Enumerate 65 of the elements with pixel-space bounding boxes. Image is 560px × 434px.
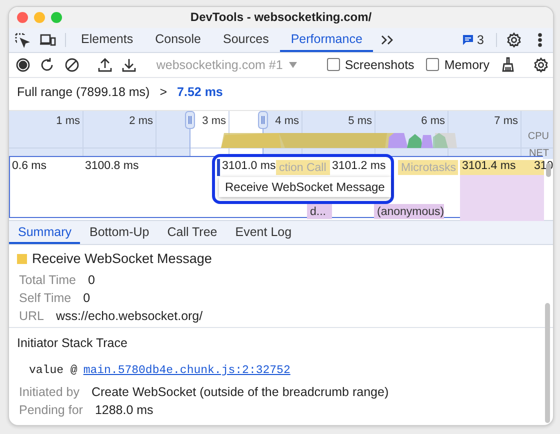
time-label: 3101.0 ms	[222, 160, 276, 172]
settings-icon[interactable]	[506, 32, 522, 48]
field-value: 1288.0 ms	[94, 403, 154, 418]
panel-tab[interactable]: Elements	[70, 28, 144, 52]
capture-settings-icon[interactable]	[532, 56, 549, 73]
checkbox[interactable]	[326, 58, 340, 72]
download-icon[interactable]	[121, 56, 138, 73]
field-value: 0	[83, 291, 90, 306]
stack-frame-function: value @	[29, 364, 78, 378]
upload-icon[interactable]	[96, 56, 113, 73]
field-label: Initiated by	[19, 385, 80, 400]
checkbox-label: Screenshots	[344, 58, 414, 72]
field-label: Self Time	[19, 291, 72, 306]
time-tick: 4 ms	[274, 114, 299, 127]
breadcrumb-separator: >	[160, 84, 168, 99]
event-title: Receive WebSocket Message	[32, 251, 212, 266]
section-heading: Initiator Stack Trace	[17, 336, 128, 350]
scrollbar[interactable]	[545, 303, 550, 423]
record-icon[interactable]	[15, 56, 32, 73]
issues-counter[interactable]: 3	[454, 28, 492, 52]
details-tab[interactable]: Summary	[9, 221, 80, 244]
time-label: 3101.2 ms	[332, 160, 386, 172]
close-button[interactable]	[17, 12, 28, 23]
flame-event[interactable]: (anonymous)	[374, 204, 444, 220]
time-tick: 2 ms	[128, 114, 153, 127]
field-value: wss://echo.websocket.org/	[56, 309, 203, 324]
time-label: 3101.4 ms	[462, 160, 516, 172]
range-handle[interactable]	[258, 110, 268, 129]
track-label: NET	[529, 148, 549, 159]
details-tab[interactable]: Event Log	[226, 221, 301, 244]
clear-icon[interactable]	[64, 56, 80, 73]
time-label: 3100.8 ms	[85, 160, 139, 172]
breadcrumb-item[interactable]: Full range (7899.18 ms)	[17, 84, 150, 99]
time-tick: 6 ms	[420, 114, 445, 127]
message-icon	[462, 34, 474, 46]
track-label: CPU	[528, 130, 549, 142]
device-icon[interactable]	[40, 32, 56, 48]
time-tick: 5 ms	[347, 114, 372, 127]
range-handle[interactable]	[185, 110, 195, 129]
details-tab[interactable]: Bottom-Up	[80, 221, 158, 244]
checkbox-label: Memory	[444, 58, 490, 72]
reload-icon[interactable]	[39, 56, 56, 73]
broom-icon[interactable]	[500, 56, 516, 73]
dropdown-caret-icon	[288, 62, 297, 68]
field-label: URL	[19, 309, 44, 324]
checkbox[interactable]	[426, 58, 440, 72]
details-tab[interactable]: Call Tree	[158, 221, 226, 244]
field-label: Total Time	[19, 273, 76, 288]
field-value: Create WebSocket (outside of the breadcrumb range)	[91, 385, 389, 400]
inspect-icon[interactable]	[14, 32, 30, 48]
field-label: Pending for	[19, 403, 83, 418]
time-label: 0.6 ms	[12, 160, 47, 172]
time-tick: 1 ms	[55, 114, 80, 127]
event-marker	[217, 159, 220, 176]
field-value: 0	[88, 273, 95, 288]
flame-event[interactable]: d...	[307, 204, 332, 220]
breadcrumb-item[interactable]: 7.52 ms	[177, 84, 223, 99]
panel-tab[interactable]: Console	[144, 28, 212, 52]
time-tick: 3 ms	[201, 114, 226, 127]
window-title: DevTools - websocketking.com/	[190, 10, 372, 24]
source-link[interactable]: main.5780db4e.chunk.js:2:32752	[83, 364, 290, 378]
event-tooltip: Receive WebSocket Message	[219, 177, 391, 198]
panel-tab[interactable]: Sources	[212, 28, 280, 52]
time-tick: 7 ms	[493, 114, 518, 127]
panel-tab[interactable]: Performance	[280, 28, 374, 52]
